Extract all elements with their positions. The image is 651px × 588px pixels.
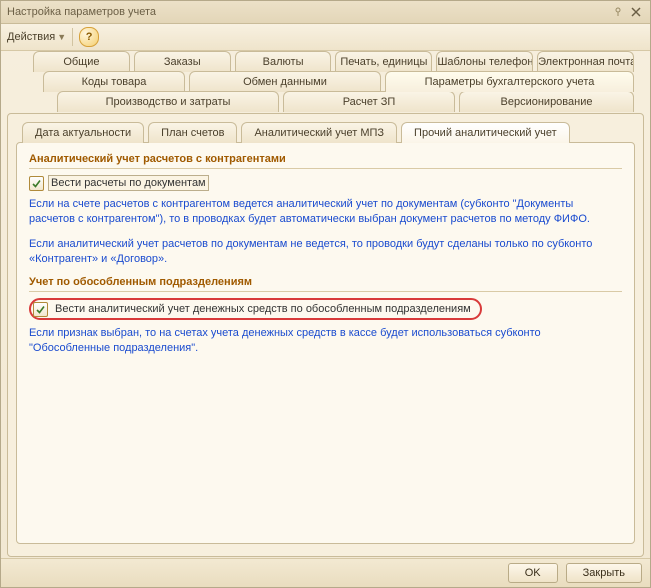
window-title: Настройка параметров учета xyxy=(7,6,608,18)
highlight-ellipse: Вести аналитический учет денежных средст… xyxy=(29,298,482,320)
title-bar: Настройка параметров учета xyxy=(1,1,650,24)
section1-title: Аналитический учет расчетов с контрагент… xyxy=(29,153,622,169)
checkbox-document-settlements[interactable] xyxy=(29,176,44,191)
tab-currencies[interactable]: Валюты xyxy=(235,51,332,72)
help-icon[interactable]: ? xyxy=(79,27,99,47)
tab-accounting-params[interactable]: Параметры бухгалтерского учета xyxy=(385,71,634,92)
close-button[interactable]: Закрыть xyxy=(566,563,642,583)
tab-general[interactable]: Общие xyxy=(33,51,130,72)
section2-hint: Если признак выбран, то на счетах учета … xyxy=(29,326,622,356)
tab-panel: Дата актуальности План счетов Аналитичес… xyxy=(7,113,644,557)
section2-title: Учет по обособленным подразделениям xyxy=(29,276,622,292)
tab-row-2: Коды товара Обмен данными Параметры бухг… xyxy=(7,71,644,92)
tab-print-units[interactable]: Печать, единицы xyxy=(335,51,432,72)
tab-payroll[interactable]: Расчет ЗП xyxy=(283,91,455,112)
toolbar: Действия ▼ ? xyxy=(1,24,650,51)
actions-menu[interactable]: Действия ▼ xyxy=(7,31,66,43)
checkbox-separate-divisions[interactable] xyxy=(33,302,48,317)
checkbox-row-2: Вести аналитический учет денежных средст… xyxy=(29,298,622,320)
subtab-chart-of-accounts[interactable]: План счетов xyxy=(148,122,237,143)
pin-icon[interactable] xyxy=(610,4,626,20)
ok-button[interactable]: OK xyxy=(508,563,558,583)
close-icon[interactable] xyxy=(628,4,644,20)
tab-phone-templates[interactable]: Шаблоны телефонов xyxy=(436,51,533,72)
tab-versioning[interactable]: Версионирование xyxy=(459,91,634,112)
tab-row-3: Производство и затраты Расчет ЗП Версион… xyxy=(7,91,644,112)
subtab-other-analytic[interactable]: Прочий аналитический учет xyxy=(401,122,570,143)
section1-hint2: Если аналитический учет расчетов по доку… xyxy=(29,237,622,267)
toolbar-separator xyxy=(72,28,73,46)
checkbox-separate-divisions-label: Вести аналитический учет денежных средст… xyxy=(52,301,474,317)
subtab-analytic-mpz[interactable]: Аналитический учет МПЗ xyxy=(241,122,397,143)
chevron-down-icon: ▼ xyxy=(57,32,66,42)
tab-data-exchange[interactable]: Обмен данными xyxy=(189,71,381,92)
tab-row-1: Общие Заказы Валюты Печать, единицы Шабл… xyxy=(7,51,644,72)
content-panel: Аналитический учет расчетов с контрагент… xyxy=(16,142,635,544)
top-tabs: Общие Заказы Валюты Печать, единицы Шабл… xyxy=(7,51,644,112)
tab-orders[interactable]: Заказы xyxy=(134,51,231,72)
checkbox-document-settlements-label: Вести расчеты по документам xyxy=(48,175,209,191)
section1-hint1: Если на счете расчетов с контрагентом ве… xyxy=(29,197,622,227)
subtab-actuality-date[interactable]: Дата актуальности xyxy=(22,122,144,143)
tab-email[interactable]: Электронная почта xyxy=(537,51,634,72)
actions-label: Действия xyxy=(7,31,55,43)
sub-tab-row: Дата актуальности План счетов Аналитичес… xyxy=(16,122,635,143)
tab-production-costs[interactable]: Производство и затраты xyxy=(57,91,279,112)
tab-goods-codes[interactable]: Коды товара xyxy=(43,71,185,92)
checkbox-row-1: Вести расчеты по документам xyxy=(29,175,622,191)
body: Общие Заказы Валюты Печать, единицы Шабл… xyxy=(7,51,644,557)
footer: OK Закрыть xyxy=(1,558,650,587)
settings-window: Настройка параметров учета Действия ▼ ? … xyxy=(0,0,651,588)
